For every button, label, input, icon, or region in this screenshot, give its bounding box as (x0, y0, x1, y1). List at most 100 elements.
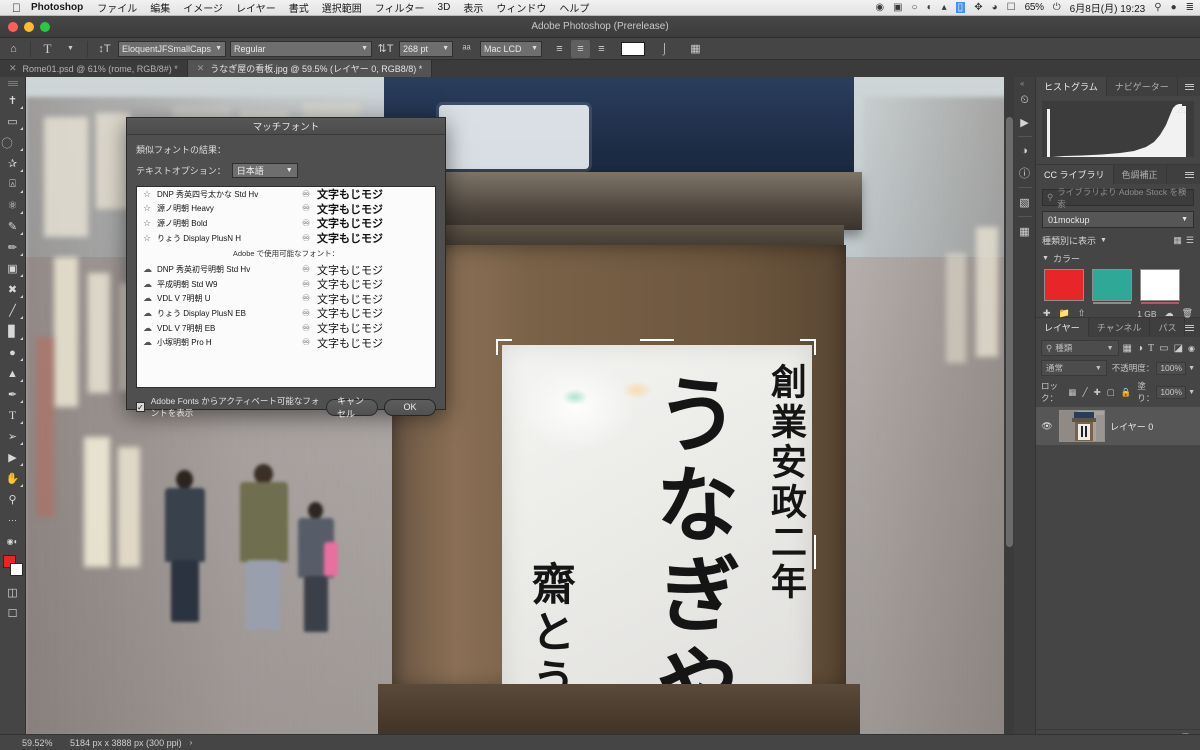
search-icon[interactable]: ⚲ (1154, 2, 1161, 13)
preview-eye-icon[interactable]: ♾ (295, 203, 317, 214)
stats-icon[interactable]: ▴ (942, 2, 947, 13)
info-icon[interactable]: ⓘ (1015, 162, 1035, 184)
panel-menu-icon[interactable] (1185, 322, 1196, 333)
apple-icon[interactable]:  (12, 2, 21, 14)
list-view-icon[interactable]: ☰ (1186, 235, 1194, 246)
preview-eye-icon[interactable]: ♾ (295, 279, 317, 290)
maximize-icon[interactable] (40, 22, 50, 32)
eye-icon[interactable]: 👁 (1040, 421, 1054, 432)
rectangular-marquee-tool[interactable]: ▭ (1, 111, 25, 132)
star-icon[interactable]: ☆ (143, 233, 157, 244)
text-option-select[interactable]: 日本語 ▼ (231, 163, 298, 178)
history-brush-tool[interactable]: ✖ (1, 279, 25, 300)
cloud-icon[interactable]: ☁ (143, 293, 157, 304)
cloud-icon[interactable]: ☁ (143, 264, 157, 275)
opacity-control[interactable]: 不透明度： 100% ▼ (1112, 361, 1195, 375)
font-list-item[interactable]: ☁ 小塚明朝 Pro H ♾ 文字もじモジ (137, 335, 435, 350)
home-icon[interactable]: ⌂ (4, 40, 23, 58)
cloud-icon[interactable]: ☁ (143, 308, 157, 319)
preview-eye-icon[interactable]: ♾ (295, 218, 317, 229)
text-orientation-icon[interactable]: ↕T (95, 40, 114, 58)
control-center-icon[interactable]: ≣ (1186, 2, 1194, 13)
type-filter-icon[interactable]: T (1148, 343, 1154, 354)
blur-tool[interactable]: ● (1, 342, 25, 363)
quick-selection-tool[interactable]: ✰ (1, 153, 25, 174)
close-icon[interactable]: ✕ (9, 63, 17, 74)
color-swatch-teal[interactable] (1092, 269, 1132, 304)
character-panel-icon[interactable]: ▦ (1015, 220, 1035, 242)
lock-transparent-icon[interactable]: ▦ (1068, 387, 1076, 398)
hand-tool[interactable]: ✋ (1, 468, 25, 489)
crop-tool[interactable]: ⍓ (1, 174, 25, 195)
tab-layers[interactable]: レイヤー (1036, 318, 1089, 337)
menu-edit[interactable]: 編集 (150, 0, 170, 15)
font-list-item[interactable]: ☆ DNP 秀英四号太かな Std Hv ♾ 文字もじモジ (137, 187, 435, 202)
clone-stamp-tool[interactable]: ▣ (1, 258, 25, 279)
scrollbar-thumb[interactable] (1006, 117, 1013, 547)
library-group-header[interactable]: ▼ カラー (1036, 250, 1200, 267)
shape-filter-icon[interactable]: ▭ (1159, 343, 1168, 354)
library-search-field[interactable]: ⚲ ライブラリより Adobe Stock を検索 (1042, 187, 1194, 209)
font-list-item[interactable]: ☁ りょう Display PlusN EB ♾ 文字もじモジ (137, 306, 435, 321)
menu-filter[interactable]: フィルター (375, 0, 425, 15)
color-swatch-white[interactable] (1140, 269, 1180, 304)
screen-record-icon[interactable]: ▣ (893, 2, 902, 13)
cancel-button[interactable]: キャンセル (326, 396, 378, 419)
cloud-icon[interactable]: ☁ (143, 279, 157, 290)
canvas-vertical-scrollbar[interactable] (1004, 77, 1014, 736)
cloud-icon[interactable]: ☁ (143, 337, 157, 348)
tab-paths[interactable]: パス (1150, 318, 1186, 337)
star-icon[interactable]: ☆ (143, 218, 157, 229)
tab-histogram[interactable]: ヒストグラム (1036, 77, 1107, 96)
anti-alias-select[interactable]: Mac LCD ▼ (480, 40, 542, 57)
battery-icon[interactable]: ⏻ (1053, 2, 1061, 13)
preview-eye-icon[interactable]: ♾ (295, 233, 317, 244)
text-color-swatch[interactable] (621, 41, 645, 56)
show-adobe-fonts-checkbox[interactable]: ✓ (136, 402, 145, 412)
smart-object-filter-icon[interactable]: ◪ (1174, 343, 1183, 354)
type-tool-icon[interactable]: T (38, 40, 57, 58)
opacity-value[interactable]: 100% (1156, 361, 1187, 375)
close-icon[interactable] (8, 22, 18, 32)
font-style-select[interactable]: Regular ▼ (230, 40, 372, 57)
preview-eye-icon[interactable]: ♾ (295, 308, 317, 319)
minimize-icon[interactable] (24, 22, 34, 32)
font-list-item[interactable]: ☁ 平成明朝 Std W9 ♾ 文字もじモジ (137, 277, 435, 292)
tab-navigator[interactable]: ナビゲーター (1107, 77, 1178, 96)
menu-type[interactable]: 書式 (289, 0, 309, 15)
align-left-button[interactable]: ≡ (550, 40, 569, 58)
move-tool[interactable]: ✝ (1, 90, 25, 111)
menu-view[interactable]: 表示 (463, 0, 483, 15)
lock-position-icon[interactable]: ✚ (1094, 387, 1101, 398)
library-filter[interactable]: 種類別に表示 ▼ ▦ ☰ (1036, 233, 1200, 250)
font-results-list[interactable]: ☆ DNP 秀英四号太かな Std Hv ♾ 文字もじモジ ☆ 源ノ明朝 Hea… (136, 186, 436, 388)
preview-eye-icon[interactable]: ♾ (295, 337, 317, 348)
fill-control[interactable]: 塗り： 100% ▼ (1137, 380, 1195, 404)
menu-help[interactable]: ヘルプ (559, 0, 589, 15)
display-icon[interactable]: ◐ (927, 2, 933, 13)
menu-image[interactable]: イメージ (183, 0, 223, 15)
time-machine-icon[interactable]: ○ (912, 2, 918, 13)
menu-file[interactable]: ファイル (97, 0, 137, 15)
adjustment-filter-icon[interactable]: ◑ (1137, 343, 1143, 354)
zoom-tool[interactable]: ⚲ (1, 489, 25, 510)
tab-unagiya[interactable]: ✕ うなぎ屋の看板.jpg @ 59.5% (レイヤー 0, RGB8/8) * (187, 60, 433, 77)
palette-grip[interactable] (7, 81, 18, 86)
blend-mode-select[interactable]: 通常 ▼ (1041, 360, 1107, 376)
battery-percent[interactable]: 65% (1025, 2, 1044, 13)
color-selector[interactable] (1, 554, 25, 578)
color-swatch-red[interactable] (1044, 269, 1084, 301)
pen-tool[interactable]: ✒ (1, 384, 25, 405)
font-list-item[interactable]: ☆ 源ノ明朝 Heavy ♾ 文字もじモジ (137, 202, 435, 217)
preview-eye-icon[interactable]: ♾ (295, 264, 317, 275)
star-icon[interactable]: ☆ (143, 203, 157, 214)
spot-healing-brush-tool[interactable]: ✎ (1, 216, 25, 237)
tab-rome01[interactable]: ✕ Rome01.psd @ 61% (rome, RGB/8#) * (0, 60, 188, 77)
panel-menu-icon[interactable] (1185, 81, 1196, 92)
dodge-tool[interactable]: ▲ (1, 363, 25, 384)
font-list-item[interactable]: ☁ VDL V 7明朝 U ♾ 文字もじモジ (137, 292, 435, 307)
align-center-button[interactable]: ≡ (571, 39, 590, 58)
lasso-tool[interactable]: ⃝ (1, 132, 25, 153)
selection-corner-tr[interactable] (800, 339, 816, 355)
fill-value[interactable]: 100% (1156, 385, 1187, 399)
